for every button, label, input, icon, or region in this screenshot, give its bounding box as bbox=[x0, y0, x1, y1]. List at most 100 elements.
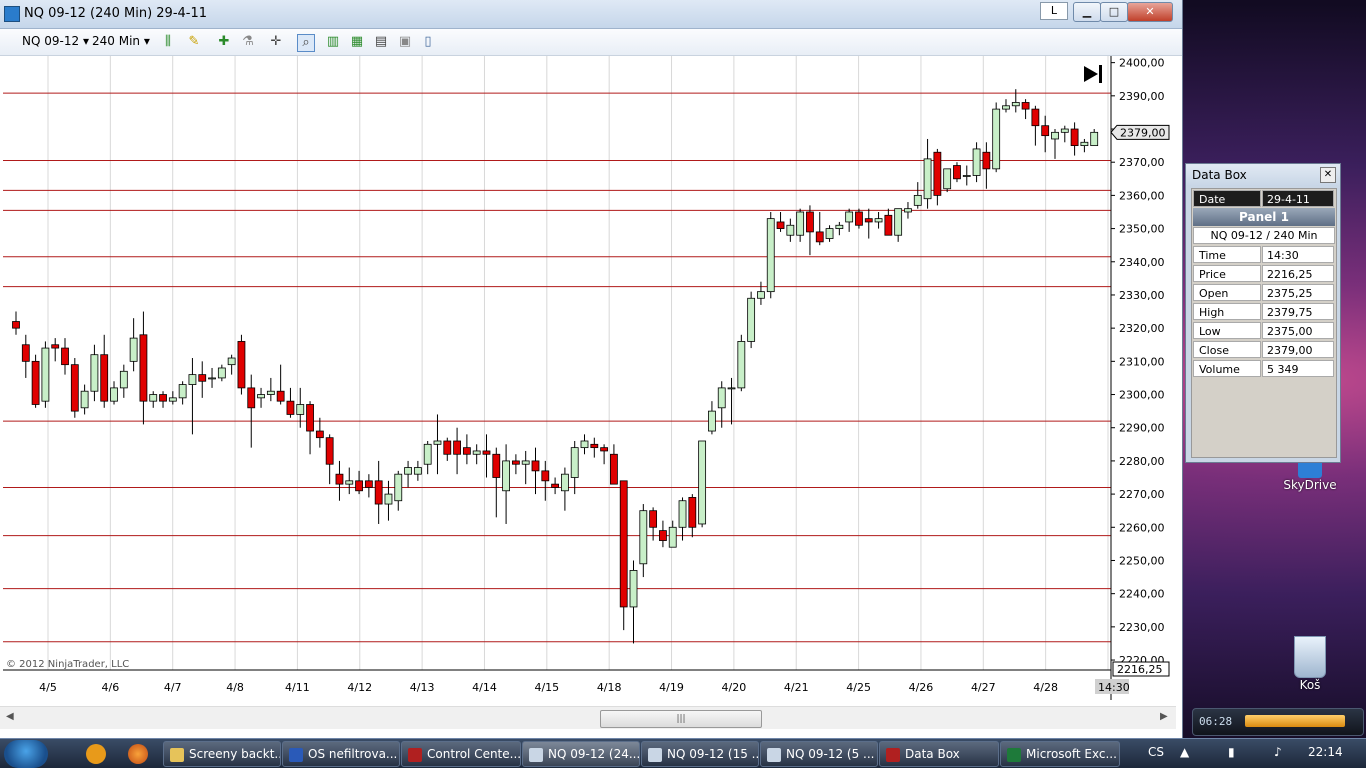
ninjatrader-icon bbox=[408, 747, 422, 762]
taskbar-clock[interactable]: 22:14 bbox=[1308, 745, 1343, 759]
properties-icon[interactable]: ▣ bbox=[397, 34, 413, 50]
row-value: 5 349 bbox=[1262, 360, 1334, 377]
chart-icon bbox=[648, 747, 662, 762]
taskbar-app-label: OS nefiltrova... bbox=[308, 747, 398, 761]
indicators-icon[interactable]: ▦ bbox=[349, 34, 365, 50]
candle-body bbox=[884, 214, 893, 236]
network-icon[interactable]: ▮ bbox=[1228, 745, 1235, 759]
candle-body bbox=[208, 377, 216, 380]
candle-body bbox=[61, 347, 69, 366]
crosshair-icon[interactable]: ✛ bbox=[268, 34, 284, 50]
candle-body bbox=[159, 394, 167, 402]
volume-icon[interactable]: ♪ bbox=[1274, 745, 1282, 759]
zoom-icon[interactable]: ⌕ bbox=[297, 34, 315, 52]
strategy-icon[interactable]: ⚗ bbox=[240, 34, 256, 50]
candle-body bbox=[217, 367, 226, 379]
avast-icon[interactable] bbox=[86, 744, 106, 764]
candlestick-chart[interactable]: 4/5 4/6 4/7 4/8 4/11 4/12 4/13 4/14 4/15 4/18 4/19… bbox=[3, 56, 1176, 706]
window-titlebar[interactable]: NQ 09-12 (240 Min) 29-4-11 L ▁ □ ✕ bbox=[0, 0, 1182, 29]
price-tick-label: 2340,00 bbox=[1119, 256, 1165, 269]
taskbar-app-label: Screeny backt... bbox=[189, 747, 281, 761]
horizontal-scrollbar[interactable]: ◀ ||| ▶ bbox=[0, 706, 1176, 729]
date-label: Date bbox=[1193, 190, 1261, 207]
price-tick-label: 2260,00 bbox=[1119, 521, 1165, 534]
bars-type-icon[interactable]: ⫼ bbox=[160, 34, 176, 50]
price-tick-label: 2300,00 bbox=[1119, 389, 1165, 402]
candle-body bbox=[835, 224, 844, 229]
taskbar-app[interactable]: Control Cente... bbox=[401, 741, 521, 767]
data-box-titlebar[interactable]: Data Box ✕ bbox=[1186, 164, 1340, 186]
maximize-button[interactable]: □ bbox=[1100, 2, 1128, 22]
candle-body bbox=[561, 473, 569, 492]
taskbar-app[interactable]: OS nefiltrova... bbox=[282, 741, 400, 767]
add-indicator-icon[interactable]: ✚ bbox=[216, 34, 232, 50]
ninjatrader-chart-window: NQ 09-12 (240 Min) 29-4-11 L ▁ □ ✕ NQ 09… bbox=[0, 0, 1183, 738]
candle-body bbox=[815, 231, 824, 243]
last-price-label: 2379,00 bbox=[1120, 126, 1166, 139]
show-hidden-icons-icon[interactable]: ▲ bbox=[1180, 745, 1189, 759]
candle-body bbox=[168, 397, 177, 402]
candle-body bbox=[335, 473, 344, 485]
candle-body bbox=[737, 341, 746, 389]
start-button[interactable] bbox=[4, 740, 48, 768]
language-indicator[interactable]: CS bbox=[1148, 745, 1164, 759]
candle-body bbox=[610, 453, 618, 485]
skydrive-desktop-icon[interactable]: SkyDrive bbox=[1280, 460, 1340, 492]
row-key: Price bbox=[1193, 265, 1261, 282]
link-button[interactable]: L bbox=[1040, 2, 1068, 20]
candle-body bbox=[551, 483, 559, 488]
candle-body bbox=[149, 394, 158, 402]
recycle-bin-icon bbox=[1294, 636, 1326, 678]
recycle-bin-desktop-icon[interactable]: Koš bbox=[1282, 636, 1338, 692]
datebox-icon[interactable]: ▯ bbox=[420, 34, 436, 50]
candle-body bbox=[570, 447, 579, 478]
taskbar-app[interactable]: Microsoft Exc... bbox=[1000, 741, 1120, 767]
candle-body bbox=[747, 297, 756, 342]
scroll-left-arrow-icon[interactable]: ◀ bbox=[6, 711, 14, 722]
price-tick-label: 2250,00 bbox=[1119, 554, 1165, 567]
taskbar-app[interactable]: NQ 09-12 (15 ... bbox=[641, 741, 759, 767]
price-tick-label: 2320,00 bbox=[1119, 322, 1165, 335]
windows-taskbar: Screeny backt... OS nefiltrova... Contro… bbox=[0, 738, 1366, 768]
data-box-title: Data Box bbox=[1192, 168, 1247, 182]
clock-gadget[interactable]: 06:28 bbox=[1192, 708, 1364, 736]
candle-body bbox=[502, 460, 510, 492]
date-tick-label: 4/7 bbox=[164, 681, 182, 694]
taskbar-app[interactable]: Data Box bbox=[879, 741, 999, 767]
candle-body bbox=[325, 437, 334, 465]
taskbar-app[interactable]: NQ 09-12 (5 ... bbox=[760, 741, 878, 767]
candle-body bbox=[237, 341, 246, 389]
price-tick-label: 2280,00 bbox=[1119, 455, 1165, 468]
pencil-icon[interactable]: ✎ bbox=[186, 34, 202, 50]
chart-panel[interactable]: 4/5 4/6 4/7 4/8 4/11 4/12 4/13 4/14 4/15 4/18 4/19… bbox=[3, 56, 1176, 706]
candle-body bbox=[639, 510, 648, 565]
candle-body bbox=[1080, 141, 1089, 147]
chart-style-icon[interactable]: ▤ bbox=[373, 34, 389, 50]
scrollbar-thumb[interactable]: ||| bbox=[600, 710, 762, 728]
candle-body bbox=[776, 221, 785, 229]
instrument-selector[interactable]: NQ 09-12 ▾ bbox=[22, 34, 89, 48]
candle-body bbox=[1031, 108, 1040, 127]
taskbar-app[interactable]: Screeny backt... bbox=[163, 741, 281, 767]
candle-body bbox=[70, 364, 79, 412]
firefox-icon[interactable] bbox=[128, 744, 148, 764]
row-value: 2375,25 bbox=[1262, 284, 1334, 301]
candle-body bbox=[374, 480, 383, 505]
candle-body bbox=[923, 158, 932, 200]
interval-selector[interactable]: 240 Min ▾ bbox=[92, 34, 150, 48]
chevron-down-icon: ▾ bbox=[82, 34, 89, 48]
candle-body bbox=[874, 218, 883, 223]
close-button[interactable]: ✕ bbox=[1127, 2, 1173, 22]
date-tick-label: 4/21 bbox=[784, 681, 809, 694]
price-tick-label: 2370,00 bbox=[1119, 156, 1165, 169]
data-box-close-icon[interactable]: ✕ bbox=[1320, 167, 1336, 183]
data-series-icon[interactable]: ▥ bbox=[325, 34, 341, 50]
scroll-right-arrow-icon[interactable]: ▶ bbox=[1160, 711, 1168, 722]
candle-body bbox=[649, 510, 658, 528]
taskbar-app[interactable]: NQ 09-12 (24... bbox=[522, 741, 640, 767]
chart-icon bbox=[767, 747, 781, 762]
minimize-button[interactable]: ▁ bbox=[1073, 2, 1101, 22]
candle-body bbox=[462, 447, 471, 455]
row-key: Open bbox=[1193, 284, 1261, 301]
candle-body bbox=[198, 374, 207, 382]
